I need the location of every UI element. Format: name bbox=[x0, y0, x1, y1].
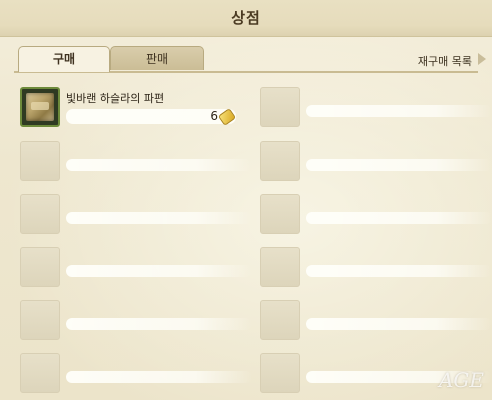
empty-slot-frame[interactable] bbox=[260, 353, 300, 393]
coin-icon bbox=[217, 108, 237, 126]
empty-slot-frame[interactable] bbox=[260, 194, 300, 234]
tab-buy[interactable]: 구매 bbox=[18, 46, 110, 72]
empty-slot-frame[interactable] bbox=[20, 194, 60, 234]
scroll-fragment-icon bbox=[26, 93, 54, 121]
item-slot[interactable]: 빛바랜 하슬라의 파편 6 bbox=[20, 87, 252, 131]
item-slot[interactable] bbox=[20, 247, 252, 291]
item-slot[interactable] bbox=[260, 141, 492, 185]
item-icon-frame[interactable] bbox=[20, 87, 60, 127]
item-slot[interactable] bbox=[260, 194, 492, 238]
empty-slot-bar bbox=[306, 105, 492, 117]
watermark-logo: AGE bbox=[438, 368, 484, 392]
item-price: 6 bbox=[66, 108, 237, 126]
chevron-right-icon[interactable] bbox=[478, 53, 486, 65]
empty-slot-bar bbox=[66, 318, 252, 330]
empty-slot-frame[interactable] bbox=[260, 247, 300, 287]
empty-slot-frame[interactable] bbox=[20, 247, 60, 287]
empty-slot-frame[interactable] bbox=[20, 353, 60, 393]
item-slot[interactable] bbox=[20, 353, 252, 397]
item-slot[interactable] bbox=[260, 87, 492, 131]
tab-sell[interactable]: 판매 bbox=[110, 46, 204, 70]
empty-slot-frame[interactable] bbox=[260, 141, 300, 181]
rebuy-list-button[interactable]: 재구매 목록 bbox=[418, 53, 472, 69]
shop-window: 상점 구매 판매 재구매 목록 빛바랜 하슬라의 파편 6 AGE bbox=[0, 0, 492, 400]
item-name: 빛바랜 하슬라의 파편 bbox=[66, 92, 165, 105]
empty-slot-bar bbox=[66, 159, 252, 171]
empty-slot-frame[interactable] bbox=[20, 300, 60, 340]
item-slot[interactable] bbox=[20, 141, 252, 185]
empty-slot-bar bbox=[306, 318, 492, 330]
empty-slot-frame[interactable] bbox=[20, 141, 60, 181]
price-value: 6 bbox=[210, 109, 218, 123]
item-slot[interactable] bbox=[260, 300, 492, 344]
empty-slot-bar bbox=[66, 212, 252, 224]
window-title: 상점 bbox=[231, 9, 261, 27]
item-slot[interactable] bbox=[20, 300, 252, 344]
empty-slot-bar bbox=[306, 212, 492, 224]
empty-slot-frame[interactable] bbox=[260, 87, 300, 127]
empty-slot-bar bbox=[306, 265, 492, 277]
title-bar[interactable]: 상점 bbox=[0, 0, 492, 37]
item-slot[interactable] bbox=[20, 194, 252, 238]
empty-slot-bar bbox=[306, 159, 492, 171]
item-list: 빛바랜 하슬라의 파편 6 bbox=[0, 73, 492, 400]
empty-slot-bar bbox=[66, 371, 252, 383]
empty-slot-bar bbox=[66, 265, 252, 277]
empty-slot-frame[interactable] bbox=[260, 300, 300, 340]
item-slot[interactable] bbox=[260, 247, 492, 291]
